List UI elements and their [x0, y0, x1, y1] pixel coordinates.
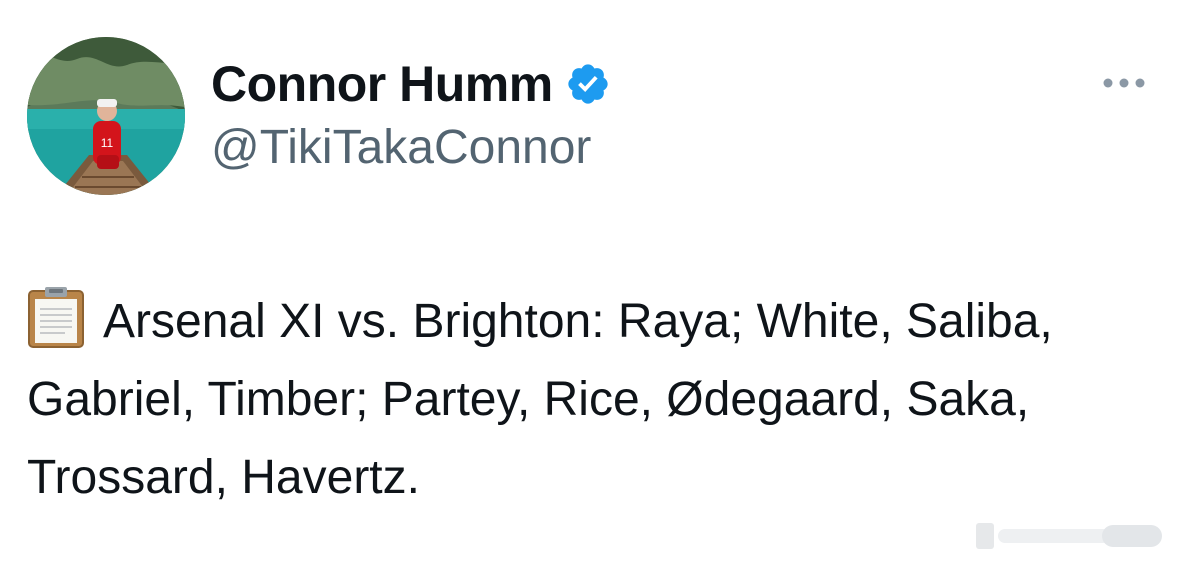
verified-badge-icon: [565, 61, 611, 107]
tweet-card: 11 Connor Humm @TikiTakaConnor Arsenal X…: [0, 0, 1179, 562]
tweet-body-text: Arsenal XI vs. Brighton: Raya; White, Sa…: [27, 295, 1053, 504]
author-display-name[interactable]: Connor Humm: [211, 55, 553, 113]
avatar-photo: 11: [27, 37, 185, 195]
clipboard-icon: [27, 287, 85, 349]
author-name-row: Connor Humm: [211, 54, 611, 114]
more-options-icon[interactable]: [1098, 68, 1150, 98]
avatar[interactable]: 11: [27, 37, 185, 195]
watermark-decoration: [972, 519, 1172, 553]
tweet-text: Arsenal XI vs. Brighton: Raya; White, Sa…: [27, 283, 1147, 517]
svg-text:11: 11: [101, 136, 114, 150]
author-handle[interactable]: @TikiTakaConnor: [211, 120, 591, 175]
